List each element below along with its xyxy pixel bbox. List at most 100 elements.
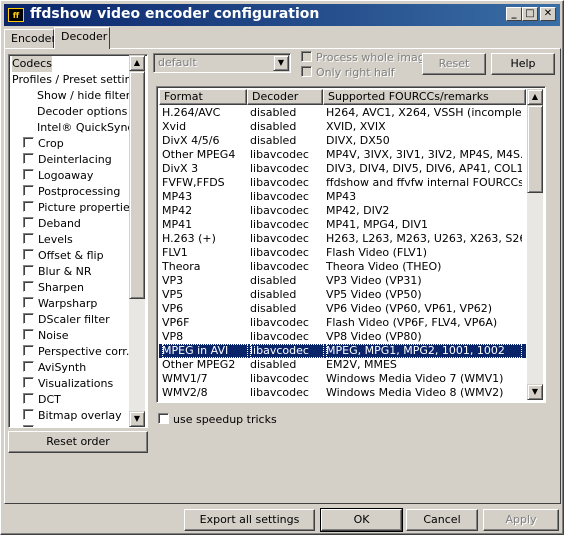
filter-item[interactable]: AviSynth — [23, 360, 86, 376]
codec-row[interactable]: Theora libavcodec Theora Video (THEO) — [159, 260, 526, 274]
codec-row[interactable]: DivX 3 libavcodec DIV3, DIV4, DIV5, DIV6, … — [159, 162, 526, 176]
filter-checkbox[interactable] — [23, 313, 34, 324]
filter-item[interactable]: Subtitles — [23, 424, 86, 427]
filter-checkbox[interactable] — [23, 249, 34, 260]
codec-row[interactable]: Other MPEG2 disabled EM2V, MMES — [159, 358, 526, 372]
filter-checkbox[interactable] — [23, 281, 34, 292]
filter-checkbox[interactable] — [23, 377, 34, 388]
codec-row[interactable]: Other MPEG4 libavcodec MP4V, 3IVX, 3IV1, 3… — [159, 148, 526, 162]
minimize-button[interactable]: _ — [506, 7, 522, 21]
maximize-button[interactable]: □ — [522, 7, 538, 21]
filter-checkbox[interactable] — [23, 393, 34, 404]
scroll-down-arrow-icon[interactable]: ▼ — [527, 384, 543, 400]
column-header-fourccs[interactable]: Supported FOURCCs/remarks — [323, 89, 526, 105]
filter-checkbox[interactable] — [23, 153, 34, 164]
filter-item[interactable]: Deinterlacing — [23, 152, 112, 168]
column-header-format[interactable]: Format — [159, 89, 247, 105]
filter-item[interactable]: Intel® QuickSync — [37, 120, 133, 136]
codec-row[interactable]: WMV3/9disabledWindows Media Video 9 Simp… — [159, 400, 526, 402]
filter-checkbox[interactable] — [23, 297, 34, 308]
filter-item[interactable]: Show / hide filters — [37, 88, 136, 104]
filter-item[interactable]: Deband — [23, 216, 81, 232]
filter-item[interactable]: Bitmap overlay — [23, 408, 122, 424]
filter-checkbox[interactable] — [23, 409, 34, 420]
codec-row[interactable]: FVFW,FFDS libavcodec ffdshow and ffvfw int… — [159, 176, 526, 190]
scroll-thumb[interactable] — [527, 105, 543, 193]
filter-tree[interactable]: Codecs Profiles / Preset settings Show / h… — [8, 54, 148, 428]
export-all-settings-button[interactable]: Export all settings — [184, 509, 315, 531]
filter-item[interactable]: Visualizations — [23, 376, 113, 392]
title-bar[interactable]: ff ffdshow video encoder configuration _… — [4, 4, 560, 26]
filter-item[interactable]: Blur & NR — [23, 264, 92, 280]
speedup-tricks-checkbox[interactable]: use speedup tricks — [158, 413, 277, 426]
codec-row[interactable]: WMV2/8 libavcodec Windows Media Video 8 (W… — [159, 386, 526, 400]
filter-item[interactable]: Codecs — [12, 56, 52, 72]
codec-row[interactable]: MP43 libavcodec MP43 — [159, 190, 526, 204]
scroll-up-arrow-icon[interactable]: ▲ — [527, 89, 543, 105]
filter-item[interactable]: Picture properties — [23, 200, 135, 216]
codec-row[interactable]: DivX 4/5/6 disabled DIVX, DX50 — [159, 134, 526, 148]
preset-combobox[interactable]: default ▼ — [153, 53, 291, 73]
cancel-button[interactable]: Cancel — [406, 509, 478, 531]
filter-checkbox[interactable] — [23, 233, 34, 244]
filter-item[interactable]: DCT — [23, 392, 61, 408]
filter-item[interactable]: Decoder options — [37, 104, 127, 120]
filter-checkbox[interactable] — [23, 185, 34, 196]
tab-decoder[interactable]: Decoder — [54, 27, 110, 49]
filter-item[interactable]: Noise — [23, 328, 69, 344]
codec-row[interactable]: MP42 libavcodec MP42, DIV2 — [159, 204, 526, 218]
codec-row[interactable]: VP6 disabled VP6 Video (VP60, VP61, VP62) — [159, 302, 526, 316]
filter-item[interactable]: Warpsharp — [23, 296, 97, 312]
checkbox-box[interactable] — [301, 66, 312, 77]
filter-item[interactable]: Postprocessing — [23, 184, 120, 200]
filter-checkbox[interactable] — [23, 217, 34, 228]
codec-row[interactable]: Xvid disabled XVID, XVIX — [159, 120, 526, 134]
ok-button[interactable]: OK — [320, 508, 403, 532]
close-button[interactable]: ✕ — [540, 7, 556, 21]
ffdshow-icon[interactable]: ff — [8, 8, 24, 22]
process-whole-image-checkbox[interactable]: Process whole image — [301, 51, 432, 64]
codec-list-scrollbar[interactable]: ▲ ▼ — [527, 89, 543, 400]
chevron-down-icon[interactable]: ▼ — [273, 55, 289, 71]
filter-checkbox[interactable] — [23, 361, 34, 372]
codec-row[interactable]: VP6F libavcodec Flash Video (VP6F, FLV4, V… — [159, 316, 526, 330]
scroll-up-arrow-icon[interactable]: ▲ — [129, 55, 145, 71]
only-right-half-checkbox[interactable]: Only right half — [301, 66, 395, 79]
help-button[interactable]: Help — [491, 53, 555, 75]
filter-checkbox[interactable] — [23, 137, 34, 148]
codec-row[interactable]: MPEG in AVI libavcodec MPEG, MPG1, MPG2, 1… — [159, 344, 526, 358]
filter-checkbox[interactable] — [23, 329, 34, 340]
column-header-decoder[interactable]: Decoder — [247, 89, 323, 105]
filter-item[interactable]: Logoaway — [23, 168, 93, 184]
filter-item[interactable]: Profiles / Preset settings — [12, 72, 144, 88]
filter-item[interactable]: Sharpen — [23, 280, 84, 296]
codec-row[interactable]: FLV1 libavcodec Flash Video (FLV1) — [159, 246, 526, 260]
filter-checkbox[interactable] — [23, 425, 34, 427]
tab-encoder[interactable]: Encoder — [4, 29, 56, 48]
reset-order-button[interactable]: Reset order — [8, 431, 148, 453]
apply-button[interactable]: Apply — [483, 509, 559, 531]
codec-row[interactable]: H.264/AVC disabled H264, AVC1, X264, VSSH … — [159, 106, 526, 120]
filter-checkbox[interactable] — [23, 201, 34, 212]
codec-row[interactable]: VP5 disabled VP5 Video (VP50) — [159, 288, 526, 302]
codec-list[interactable]: Format Decoder Supported FOURCCs/remarks… — [156, 86, 546, 403]
codec-row[interactable]: VP3 disabled VP3 Video (VP31) — [159, 274, 526, 288]
scroll-thumb[interactable] — [129, 71, 145, 299]
filter-tree-scrollbar[interactable]: ▲ ▼ — [129, 55, 145, 427]
filter-checkbox[interactable] — [23, 345, 34, 356]
checkbox-box[interactable] — [158, 413, 169, 424]
reset-button[interactable]: Reset — [422, 53, 486, 75]
filter-item[interactable]: Levels — [23, 232, 73, 248]
codec-row[interactable]: VP8 libavcodec VP8 Video (VP80) — [159, 330, 526, 344]
codec-row[interactable]: WMV1/7 libavcodec Windows Media Video 7 (W… — [159, 372, 526, 386]
codec-row[interactable]: H.263 (+) libavcodec H263, L263, M263, U26… — [159, 232, 526, 246]
scroll-down-arrow-icon[interactable]: ▼ — [129, 411, 145, 427]
filter-item[interactable]: Perspective corr. — [23, 344, 129, 360]
filter-item[interactable]: Crop — [23, 136, 64, 152]
filter-checkbox[interactable] — [23, 265, 34, 276]
filter-item[interactable]: Offset & flip — [23, 248, 104, 264]
filter-checkbox[interactable] — [23, 169, 34, 180]
codec-row[interactable]: MP41 libavcodec MP41, MPG4, DIV1 — [159, 218, 526, 232]
checkbox-box[interactable] — [301, 51, 312, 62]
filter-item[interactable]: DScaler filter — [23, 312, 110, 328]
